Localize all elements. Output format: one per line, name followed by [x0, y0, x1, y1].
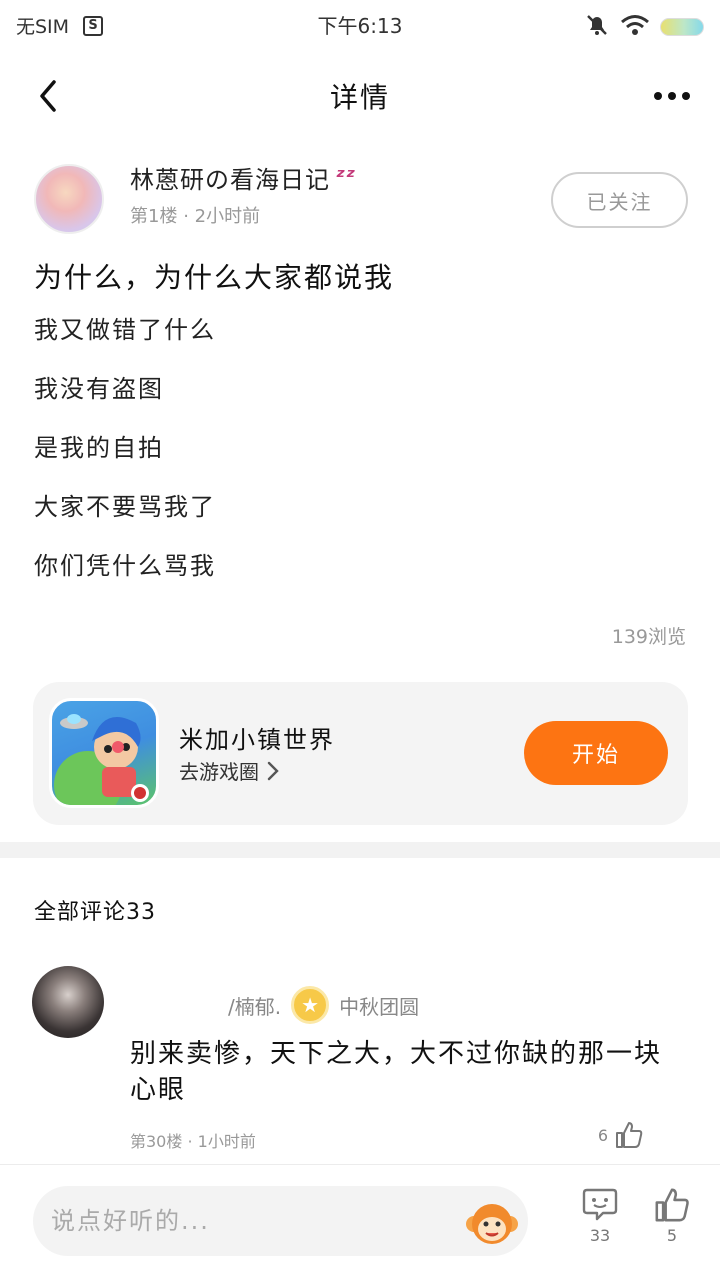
post-time: 2小时前: [194, 206, 261, 227]
post-line: 是我的自拍: [34, 434, 164, 462]
game-app-icon[interactable]: [49, 698, 159, 808]
game-circle-label: 去游戏圈: [179, 760, 259, 784]
comment-input[interactable]: [51, 1186, 451, 1256]
start-game-button[interactable]: 开始: [524, 721, 668, 785]
thumbs-up-icon: [616, 1122, 643, 1148]
post-line: 你们凭什么骂我: [34, 552, 216, 580]
more-options-button[interactable]: [646, 78, 698, 114]
monkey-mascot-icon: [466, 1204, 518, 1244]
post-line: 大家不要骂我了: [34, 493, 216, 521]
thumbs-up-icon: [655, 1188, 689, 1222]
more-dot-icon: [654, 92, 662, 100]
game-circle-link[interactable]: 去游戏圈: [179, 756, 279, 785]
meta-separator: ·: [187, 1132, 198, 1151]
commenter-badge-label: 中秋团圆: [339, 994, 420, 1019]
page-title: 详情: [329, 81, 390, 114]
section-divider: [0, 842, 720, 858]
commenter-avatar[interactable]: [32, 966, 104, 1038]
comment-time: 1小时前: [197, 1132, 256, 1151]
comment-bubble-icon: [582, 1188, 618, 1221]
like-count: 5: [666, 1226, 678, 1245]
author-name: 林蒽研の看海日记: [130, 166, 330, 194]
status-bar: 无SIM S 下午6:13: [0, 0, 720, 48]
header: 详情: [0, 60, 720, 132]
bottom-bar-divider: [0, 1164, 720, 1165]
author-name-row[interactable]: 林蒽研の看海日记 ᶻᶻ: [130, 160, 356, 195]
follow-button[interactable]: 已关注: [551, 172, 688, 228]
chevron-right-icon: [267, 761, 279, 780]
more-dot-icon: [682, 92, 690, 100]
commenter-name: /楠郁.: [228, 994, 282, 1019]
post-title: 为什么，为什么大家都说我: [34, 261, 395, 294]
comment-like-count: 6: [597, 1125, 608, 1145]
comments-action[interactable]: 33: [572, 1186, 628, 1256]
sleep-zzz-icon: ᶻᶻ: [336, 165, 357, 190]
status-right: [584, 12, 704, 42]
comment-text: 别来卖惨，天下之大，大不过你缺的那一块心眼: [130, 1039, 663, 1105]
meta-separator: ·: [183, 206, 195, 227]
wifi-icon: [620, 13, 650, 41]
battery-icon: [660, 18, 704, 36]
post-meta: 第1楼 · 2小时前: [130, 202, 260, 228]
more-dot-icon: [668, 92, 676, 100]
post-line: 我又做错了什么: [34, 316, 216, 344]
comments-header: 全部评论33: [34, 900, 156, 925]
game-name: 米加小镇世界: [179, 726, 335, 754]
commenter-row[interactable]: /楠郁. ★ 中秋团圆: [228, 986, 419, 1024]
post-floor: 第1楼: [130, 206, 178, 227]
like-action[interactable]: 5: [644, 1186, 700, 1256]
post-line: 我没有盗图: [34, 375, 164, 403]
comment-floor: 第30楼: [130, 1132, 183, 1151]
comment-like-button[interactable]: 6: [598, 1120, 644, 1150]
mute-bell-icon: [584, 12, 610, 42]
comment-input-box[interactable]: [33, 1186, 528, 1256]
view-count: 139浏览: [611, 626, 686, 648]
game-card[interactable]: 米加小镇世界 去游戏圈 开始: [33, 682, 688, 825]
comment-count: 33: [589, 1226, 611, 1245]
comment-meta: 第30楼 · 1小时前: [130, 1128, 256, 1152]
author-avatar[interactable]: [34, 164, 104, 234]
star-badge-icon: ★: [291, 986, 330, 1024]
